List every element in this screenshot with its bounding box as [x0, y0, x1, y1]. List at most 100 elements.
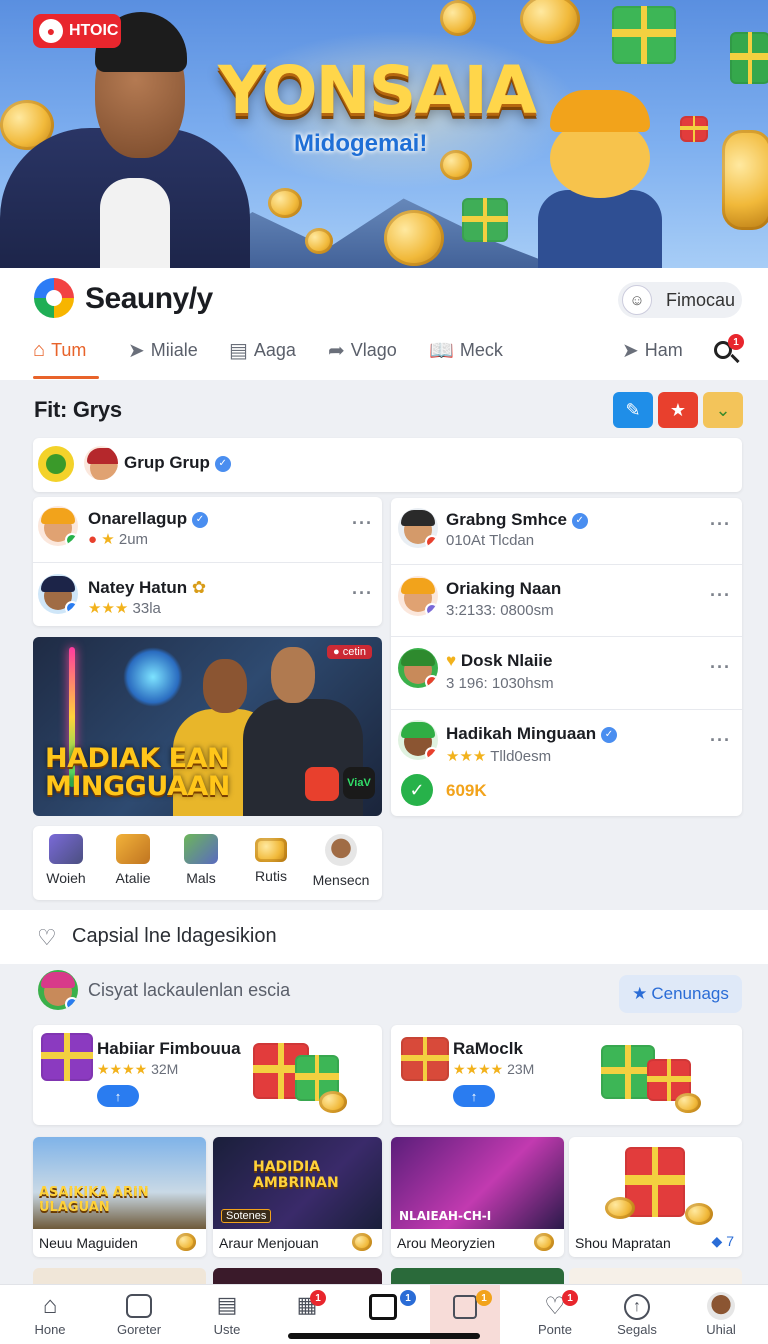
more-options-icon[interactable]: ···	[710, 514, 731, 535]
fire-icon: ●	[88, 531, 98, 548]
section-title: Fit: Grys	[34, 397, 122, 422]
gift-card[interactable]: Habiiar Fimbouua ★★★★ 32M ↑	[33, 1025, 382, 1125]
tab-ham[interactable]: ➤ Ham	[622, 333, 683, 367]
coin-icon	[176, 1233, 196, 1251]
bottom-nav-segals[interactable]: ↑ Segals	[594, 1292, 680, 1337]
bottom-nav-ponte[interactable]: ♡ Ponte 1	[512, 1290, 598, 1337]
box-icon	[49, 834, 83, 864]
bottom-nav-uhial[interactable]: Uhial	[678, 1292, 764, 1337]
video-tile[interactable]: HADIDIA AMBRINAN Sotenes Araur Menjouan	[213, 1137, 382, 1257]
app-screen: ● HTOIC YONSAIA Midogemai! Seauny/y ☺ Fi…	[0, 0, 768, 1344]
home-icon: ⌂	[33, 338, 46, 361]
gift-card[interactable]: RaMoclk ★★★★ 23M ↑	[391, 1025, 742, 1125]
member-name[interactable]: Onarellagup ✓	[88, 509, 208, 529]
badge-icon: ✿	[191, 578, 207, 597]
avatar-icon	[707, 1292, 735, 1320]
member-meta: 3:2133: 0800sm	[446, 602, 554, 619]
tab-miiale[interactable]: ➤ Miiale	[128, 333, 198, 367]
active-tab-indicator	[33, 376, 99, 379]
tab-vlago[interactable]: ➦ Vlago	[328, 333, 397, 367]
search-badge: 1	[728, 334, 744, 350]
chart-icon: ▤	[216, 1292, 238, 1317]
avatar[interactable]	[398, 576, 438, 616]
avatar[interactable]	[398, 508, 438, 548]
avatar[interactable]	[38, 506, 78, 546]
avatar[interactable]	[38, 574, 78, 614]
hero-subtitle: Midogemai!	[294, 130, 428, 157]
promo-banner[interactable]: ● cetin HADIAK EAN MINGGUAAN ViaV	[33, 637, 382, 816]
verified-icon: ✓	[600, 726, 617, 743]
tab-meck[interactable]: 📖 Meck	[429, 333, 503, 367]
hot-badge[interactable]: ● HTOIC	[33, 14, 121, 48]
bottom-nav-calendar[interactable]: 1	[422, 1290, 508, 1319]
avatar[interactable]	[398, 648, 438, 688]
book-icon: 📖	[429, 339, 454, 362]
favorite-button[interactable]: ★	[658, 392, 698, 428]
list-icon: ▤	[229, 339, 248, 362]
search-button[interactable]: 1	[710, 334, 744, 368]
member-name[interactable]: Oriaking Naan	[446, 579, 561, 599]
heart-icon: ♥	[446, 651, 457, 670]
subrow-text: Cisyat lackaulenlan escia	[88, 980, 291, 1000]
avatar[interactable]	[398, 720, 438, 760]
coin-icon	[268, 188, 302, 218]
main-nav: ⌂ Tum ➤ Miiale ▤ Aaga ➦ Vlago 📖 Meck ➤ H…	[0, 333, 768, 379]
quick-action-mals[interactable]: Mals	[171, 834, 231, 886]
member-name[interactable]: Grabng Smhce ✓	[446, 510, 588, 530]
heart-outline-icon[interactable]: ♡	[37, 925, 57, 951]
upload-icon: ↑	[624, 1294, 650, 1320]
bottom-nav-play[interactable]: 1	[340, 1290, 426, 1320]
points-value: 609K	[446, 781, 487, 800]
grid-icon: ▦	[296, 1292, 318, 1317]
quick-action-rutis[interactable]: Rutis	[241, 834, 301, 884]
avatar[interactable]	[38, 970, 78, 1010]
play-button[interactable]: ↑	[453, 1085, 495, 1107]
play-button[interactable]: ↑	[97, 1085, 139, 1107]
coin-icon	[305, 228, 333, 254]
more-options-icon[interactable]: ···	[710, 657, 731, 678]
coin-icon	[255, 838, 287, 862]
home-indicator[interactable]	[288, 1333, 480, 1339]
follow-button[interactable]: ★ Cenunags	[619, 975, 742, 1013]
record-icon: ●	[39, 19, 63, 43]
chevron-down-icon: ⌄	[715, 399, 731, 420]
member-meta: 010At Tlcdan	[446, 532, 535, 549]
more-options-icon[interactable]: ···	[352, 513, 373, 534]
send-icon: ➤	[622, 339, 639, 362]
gift-icon	[41, 1033, 93, 1081]
cake-icon	[116, 834, 150, 864]
bottom-nav-grid[interactable]: ▦ 1	[264, 1290, 350, 1322]
bottom-nav-uste[interactable]: ▤ Uste	[184, 1292, 270, 1337]
video-tile[interactable]: ASAIKIKA ARIN ULAGUAN Neuu Maguiden	[33, 1137, 206, 1257]
member-name[interactable]: Hadikah Minguaan ✓	[446, 724, 617, 744]
gift-icon	[680, 116, 708, 142]
right-members-card	[391, 498, 742, 816]
more-options-icon[interactable]: ···	[710, 730, 731, 751]
hero-banner[interactable]: ● HTOIC YONSAIA Midogemai!	[0, 0, 768, 268]
caption-text: Capsial lne ldagesikion	[72, 925, 277, 947]
quick-action-woieh[interactable]: Woieh	[36, 834, 96, 886]
app-logo[interactable]	[34, 278, 74, 318]
bottom-nav-goreter[interactable]: Goreter	[96, 1292, 182, 1337]
expand-button[interactable]: ⌄	[703, 392, 743, 428]
tab-aaga[interactable]: ▤ Aaga	[229, 333, 296, 367]
video-tile[interactable]: NLAIEAH-CH-I Arou Meoryzien	[391, 1137, 564, 1257]
member-meta: ● ★ 2um	[88, 531, 149, 548]
quick-action-mensecn[interactable]: Mensecn	[311, 834, 371, 888]
edit-button[interactable]: ✎	[613, 392, 653, 428]
play-icon	[369, 1294, 397, 1320]
promo-corner-badge: ViaV	[343, 767, 375, 799]
gift-tile[interactable]: Shou Mapratan ◆ 7	[569, 1137, 742, 1257]
coin-icon	[722, 130, 768, 230]
tab-tum[interactable]: ⌂ Tum	[33, 333, 86, 367]
tag-icon: ➤	[128, 339, 145, 362]
more-options-icon[interactable]: ···	[352, 583, 373, 604]
edit-icon: ✎	[625, 399, 641, 420]
bottom-nav-home[interactable]: ⌂ Hone	[7, 1292, 93, 1337]
member-name[interactable]: Natey Hatun ✿	[88, 578, 206, 598]
member-name[interactable]: ♥ Dosk Nlaiie	[446, 651, 552, 671]
check-icon: ✓	[401, 774, 433, 806]
more-options-icon[interactable]: ···	[710, 585, 731, 606]
user-profile-button[interactable]: ☺ Fimocau	[618, 282, 742, 318]
quick-action-atalie[interactable]: Atalie	[103, 834, 163, 886]
